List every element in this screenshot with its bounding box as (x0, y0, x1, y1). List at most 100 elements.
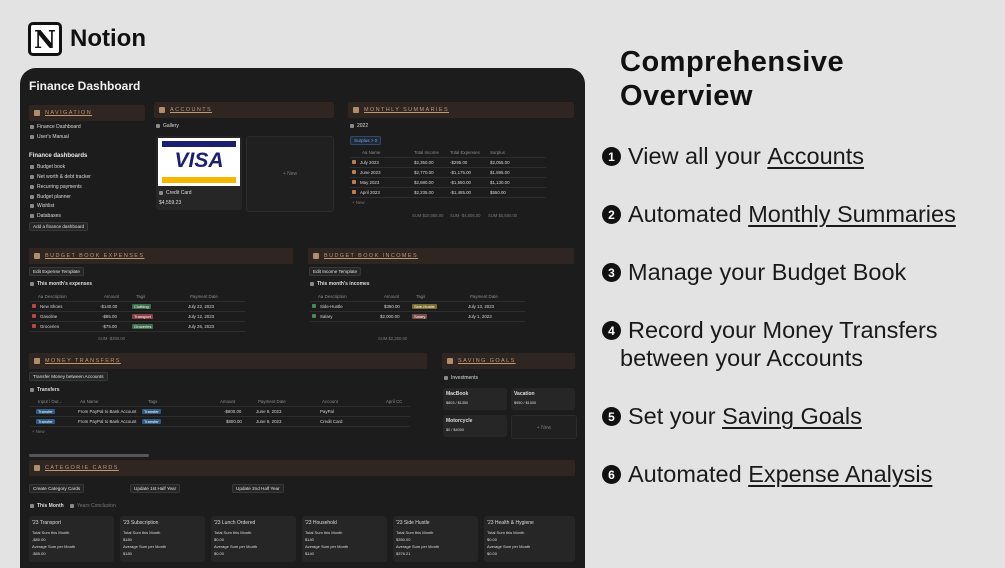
expense-icon (32, 314, 36, 318)
sum-surplus: SUM $5,580.00 (488, 213, 518, 218)
table-header: Aa Description Amount Tags Payment Date (30, 292, 245, 302)
tab-this-month[interactable]: This Month (30, 503, 64, 509)
list-icon (30, 204, 34, 208)
repeat-icon (30, 185, 34, 189)
update-first-half-button[interactable]: Update 1st Half Year (130, 484, 181, 493)
account-card[interactable]: VISA Credit Card $4,559.23 (156, 136, 242, 210)
page-icon (30, 135, 34, 139)
feature-item: 2 Automated Monthly Summaries (602, 201, 956, 228)
calendar-icon (353, 107, 359, 113)
saving-goal-card[interactable]: MacBook $803 / $1350 (443, 388, 507, 410)
nav-item-databases[interactable]: Databases (30, 213, 61, 219)
table-row[interactable]: Transfer From PayPal to Bank Account Tra… (30, 407, 410, 417)
nav-item-net-worth[interactable]: Net worth & debt tracker (30, 174, 91, 180)
category-card[interactable]: '23 Subscription Total Sum this Month $1… (120, 516, 205, 562)
table-row[interactable]: New Shoes -$140.00 Clothing July 22, 202… (30, 302, 245, 312)
add-finance-dashboard-button[interactable]: Add a finance dashboard (29, 222, 89, 231)
finance-dashboards-heading: Finance dashboards (29, 153, 88, 159)
monthly-summaries-link[interactable]: Monthly Summaries (748, 201, 956, 228)
table-row[interactable]: April 2023 $2,235.00 -$1,485.00 $550.00 (350, 188, 546, 198)
category-card[interactable]: '23 Lunch Ordered Total Sum this Month $… (211, 516, 296, 562)
type-badge: Transfer (36, 409, 55, 414)
monthly-view-tab[interactable]: 2022 (350, 123, 368, 129)
table-new-row[interactable]: + New (30, 427, 410, 436)
incomes-table: Aa Description Amount Tags Payment Date … (310, 292, 525, 322)
expense-analysis-link[interactable]: Expense Analysis (748, 461, 932, 488)
table-new-row[interactable]: + New (350, 198, 546, 207)
table-row[interactable]: Side-Hustle $350.00 Side-Hustle July 13,… (310, 302, 525, 312)
category-card[interactable]: '23 Household Total Sum this Month $140 … (302, 516, 387, 562)
table-row[interactable]: Salary $2,000.00 Salary July 1, 2023 (310, 312, 525, 322)
database-icon (30, 214, 34, 218)
tag-badge: Side-Hustle (412, 304, 437, 309)
saving-goals-link[interactable]: Saving Goals (722, 403, 862, 430)
nav-item-wishlist[interactable]: Wishlist (30, 203, 54, 209)
nav-item-budget-book[interactable]: Budget book (30, 164, 65, 170)
number-badge-icon: 1 (602, 147, 621, 166)
number-badge-icon: 5 (602, 407, 621, 426)
table-header: Input / Out... Aa Name Tags Amount Payme… (30, 397, 410, 407)
saving-new-card[interactable]: + New (511, 415, 577, 439)
tag-badge: Transfer (142, 419, 161, 424)
gallery-icon (156, 124, 160, 128)
navigation-header: NAVIGATION (29, 105, 145, 121)
category-card[interactable]: '23 Side Hustle Total Sum this Month $35… (393, 516, 478, 562)
sum-expenses: SUM -$4,505.00 (450, 213, 481, 218)
accounts-view-tab[interactable]: Gallery (156, 123, 179, 129)
number-badge-icon: 6 (602, 465, 621, 484)
nav-item-recurring[interactable]: Recurring payments (30, 184, 82, 190)
table-row[interactable]: Groceries -$75.00 Groceries July 26, 202… (30, 322, 245, 332)
nav-link-finance-dashboard[interactable]: Finance Dashboard (30, 124, 81, 130)
tag-badge: Salary (412, 314, 428, 319)
accounts-link[interactable]: Accounts (767, 143, 864, 170)
category-card[interactable]: '23 Health & Hygiene Total Sum this Mont… (484, 516, 575, 562)
card-icon (159, 191, 163, 195)
table-row[interactable]: July 2023 $2,350.00 -$295.00 $2,055.00 (350, 158, 546, 168)
calendar-icon (352, 160, 356, 164)
chart-icon (30, 175, 34, 179)
number-badge-icon: 2 (602, 205, 621, 224)
transfers-view-tab[interactable]: Transfers (30, 387, 60, 393)
category-card[interactable]: '23 Transport Total Sum this Month -$80.… (29, 516, 114, 562)
transfer-money-button[interactable]: Transfer Money between Accounts (29, 372, 108, 381)
table-header: Aa Name Total Income Total Expenses Surp… (350, 148, 546, 158)
expenses-view-tab[interactable]: This month's expenses (30, 281, 92, 287)
incomes-view-tab[interactable]: This month's incomes (310, 281, 370, 287)
table-header: Aa Description Amount Tags Payment Date (310, 292, 525, 302)
nav-link-users-manual[interactable]: User's Manual (30, 134, 69, 140)
calendar-icon (352, 170, 356, 174)
edit-income-template-button[interactable]: Edit Income Template (309, 267, 362, 276)
tab-years-conclusion[interactable]: Years Conclusion (70, 503, 116, 509)
update-second-half-button[interactable]: Update 2nd Half Year (232, 484, 284, 493)
tag-badge: Clothing (132, 304, 151, 309)
horizontal-scrollbar[interactable] (29, 454, 149, 457)
transfer-icon (34, 358, 40, 364)
expense-icon (32, 304, 36, 308)
edit-expense-template-button[interactable]: Edit Expense Template (29, 267, 84, 276)
saving-goal-card[interactable]: Vacation $950 / $1000 (511, 388, 575, 410)
account-card-value: $4,559.23 (159, 200, 182, 206)
table-row[interactable]: Gasoline -$85.00 Transport July 12, 2023 (30, 312, 245, 322)
feature-item: 1 View all your Accounts (602, 143, 864, 170)
table-row[interactable]: Transfer From PayPal to Bank Account Tra… (30, 417, 410, 427)
number-badge-icon: 3 (602, 263, 621, 282)
expense-icon (32, 324, 36, 328)
dashboard-title: Finance Dashboard (29, 79, 141, 93)
table-icon (30, 282, 34, 286)
income-icon (312, 304, 316, 308)
surplus-filter[interactable]: Surplus > 0 (350, 136, 382, 145)
nav-item-budget-planner[interactable]: Budget planner (30, 194, 71, 200)
calendar-icon (352, 180, 356, 184)
expenses-sum: SUM -$290.00 (98, 336, 125, 341)
tag-badge: Transport (132, 314, 153, 319)
table-icon (30, 504, 34, 508)
category-cards-header: CATEGORIE CARDS (29, 460, 575, 476)
table-row[interactable]: June 2023 $2,770.00 -$1,175.00 $1,595.00 (350, 168, 546, 178)
create-category-cards-button[interactable]: Create Category Cards (29, 484, 85, 493)
saving-view-tab[interactable]: Investments (444, 375, 478, 381)
budget-expenses-header: BUDGET BOOK EXPENSES (29, 248, 293, 264)
account-new-card[interactable]: + New (246, 136, 334, 212)
saving-goal-card[interactable]: Motorcycle $0 / $4000 (443, 415, 507, 437)
table-row[interactable]: May 2023 $2,680.00 -$1,550.00 $1,130.00 (350, 178, 546, 188)
accounts-header: ACCOUNTS (154, 102, 334, 118)
